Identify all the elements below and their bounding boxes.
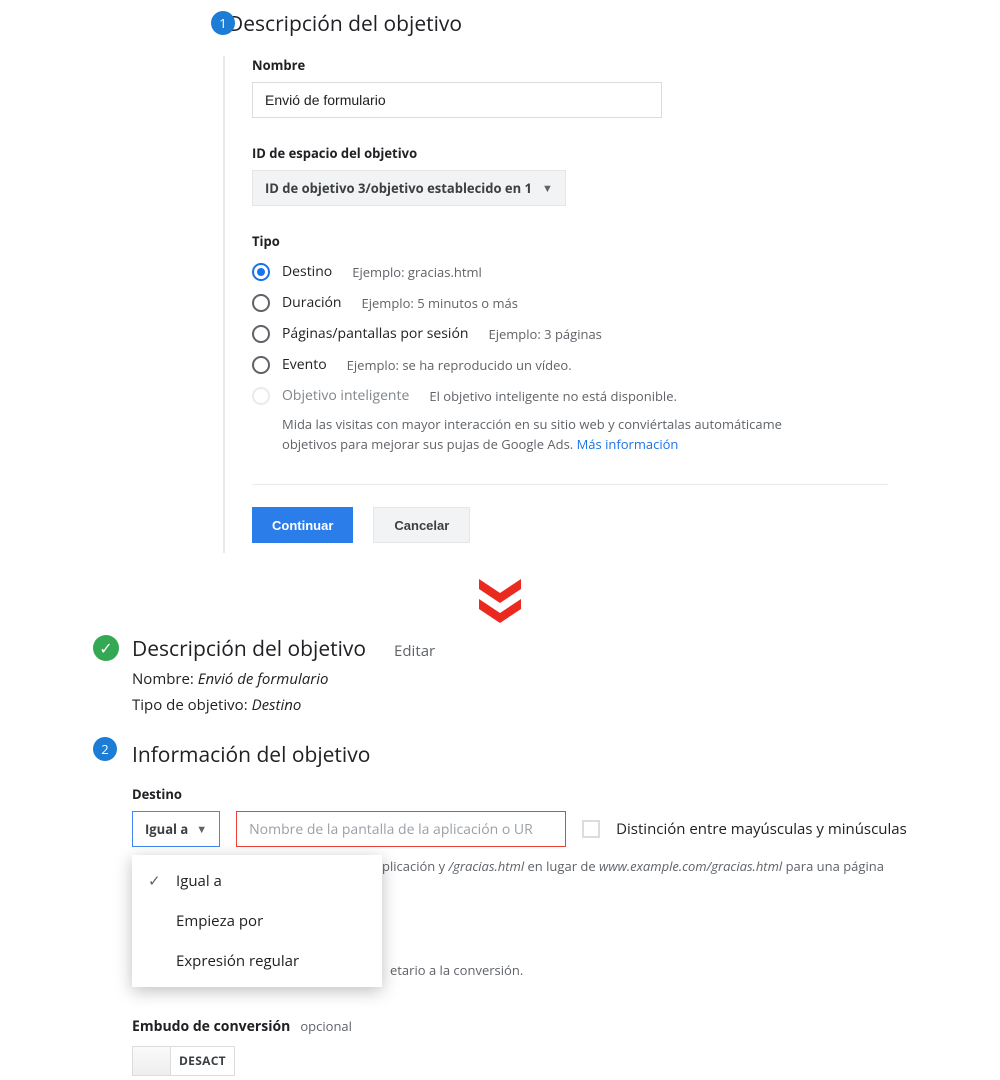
match-type-dropdown[interactable]: Igual a ▼ <box>132 811 220 847</box>
radio-label: Objetivo inteligente <box>282 386 409 405</box>
radio-example: Ejemplo: gracias.html <box>352 263 482 281</box>
radio-example: El objetivo inteligente no está disponib… <box>429 387 677 405</box>
radio-label: Páginas/pantallas por sesión <box>282 324 468 343</box>
radio-icon <box>252 356 270 374</box>
goal-description-step: 1 Descripción del objetivo Nombre ID de … <box>228 0 888 553</box>
slot-dropdown[interactable]: ID de objetivo 3/objetivo establecido en… <box>252 170 566 206</box>
toggle-text: DESACT <box>171 1052 234 1069</box>
summary-title: Descripción del objetivo <box>132 635 366 663</box>
match-type-menu: ✓ Igual a Empieza por Expresión regular <box>132 855 382 987</box>
funnel-label: Embudo de conversión <box>132 1017 290 1036</box>
divider <box>252 484 888 485</box>
slot-dropdown-value: ID de objetivo 3/objetivo establecido en… <box>265 179 532 197</box>
radio-label: Evento <box>282 355 327 374</box>
destination-input[interactable]: Nombre de la pantalla de la aplicación o… <box>236 811 566 847</box>
toggle-knob <box>133 1047 171 1075</box>
match-type-value: Igual a <box>145 820 188 838</box>
radio-example: Ejemplo: 5 minutos o más <box>362 294 518 312</box>
smart-goal-description: Mida las visitas con mayor interacción e… <box>282 415 802 454</box>
step-1-badge: 1 <box>211 11 235 35</box>
step-1-title: Descripción del objetivo <box>228 10 888 38</box>
edit-link[interactable]: Editar <box>394 641 435 661</box>
radio-label: Destino <box>282 262 332 281</box>
check-icon: ✓ <box>148 871 164 891</box>
check-badge-icon: ✓ <box>93 635 119 661</box>
double-chevron-down-icon <box>0 577 1000 625</box>
name-label: Nombre <box>252 56 888 74</box>
funnel-toggle[interactable]: DESACT <box>132 1046 235 1076</box>
slot-label: ID de espacio del objetivo <box>252 144 888 162</box>
summary-type: Tipo de objetivo: Destino <box>132 695 940 715</box>
step-2-badge: 2 <box>93 737 117 761</box>
optional-text: opcional <box>300 1017 352 1035</box>
goal-details-step: ✓ Descripción del objetivo Editar Nombre… <box>110 635 940 1080</box>
value-hint-tail: etario a la conversión. <box>390 961 523 979</box>
type-label: Tipo <box>252 232 888 250</box>
radio-icon <box>252 294 270 312</box>
radio-label: Duración <box>282 293 342 312</box>
summary-name: Nombre: Envió de formulario <box>132 669 940 689</box>
cancel-button[interactable]: Cancelar <box>373 507 470 543</box>
radio-smart-goal: Objetivo inteligente El objetivo intelig… <box>252 386 888 405</box>
case-sensitive-checkbox[interactable] <box>582 820 600 838</box>
match-option-begins[interactable]: Empieza por <box>132 901 382 941</box>
caret-down-icon: ▼ <box>542 181 553 196</box>
case-sensitive-label: Distinción entre mayúsculas y minúsculas <box>616 819 907 839</box>
step-2-title: Información del objetivo <box>132 741 940 769</box>
learn-more-link[interactable]: Más información <box>577 435 679 453</box>
match-option-equals[interactable]: ✓ Igual a <box>132 861 382 901</box>
radio-example: Ejemplo: se ha reproducido un vídeo. <box>347 356 572 374</box>
radio-duracion[interactable]: Duración Ejemplo: 5 minutos o más <box>252 293 888 312</box>
continue-button[interactable]: Continuar <box>252 507 353 543</box>
caret-down-icon: ▼ <box>196 822 207 837</box>
radio-example: Ejemplo: 3 páginas <box>488 325 601 343</box>
radio-paginas[interactable]: Páginas/pantallas por sesión Ejemplo: 3 … <box>252 324 888 343</box>
radio-icon <box>252 325 270 343</box>
radio-destino[interactable]: Destino Ejemplo: gracias.html <box>252 262 888 281</box>
destination-label: Destino <box>132 785 940 803</box>
radio-icon <box>252 263 270 281</box>
radio-icon <box>252 387 270 405</box>
match-option-regex[interactable]: Expresión regular <box>132 941 382 981</box>
name-input[interactable] <box>252 82 662 118</box>
radio-evento[interactable]: Evento Ejemplo: se ha reproducido un víd… <box>252 355 888 374</box>
